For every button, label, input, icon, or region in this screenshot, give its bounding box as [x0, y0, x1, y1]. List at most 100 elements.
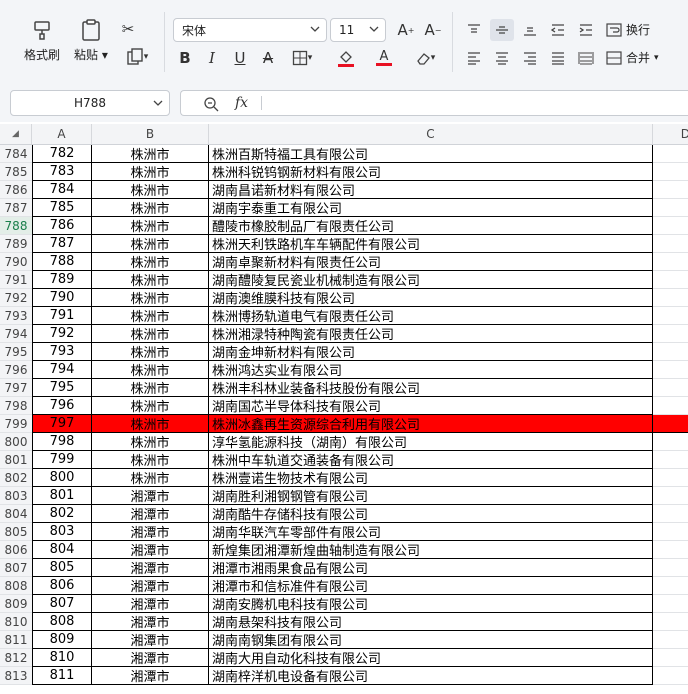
cell-city[interactable]: 株洲市	[92, 433, 209, 451]
column-header-d[interactable]: D	[653, 124, 688, 144]
cell-seq-number[interactable]: 797	[32, 415, 92, 433]
cell-seq-number[interactable]: 783	[32, 163, 92, 181]
cell-empty[interactable]	[653, 613, 688, 631]
row-number[interactable]: 799	[0, 415, 32, 433]
cell-city[interactable]: 株洲市	[92, 469, 209, 487]
align-middle-icon[interactable]	[490, 19, 514, 41]
fx-icon[interactable]: fx	[235, 95, 248, 111]
distributed-icon[interactable]	[574, 47, 598, 69]
cell-seq-number[interactable]: 787	[32, 235, 92, 253]
cell-company-name[interactable]: 株洲中车轨道交通装备有限公司	[209, 451, 653, 469]
cell-empty[interactable]	[653, 523, 688, 541]
row-number[interactable]: 800	[0, 433, 32, 451]
cell-company-name[interactable]: 湖南悬架科技有限公司	[209, 613, 653, 631]
cell-empty[interactable]	[653, 487, 688, 505]
cell-city[interactable]: 株洲市	[92, 217, 209, 235]
strikethrough-icon[interactable]: A	[256, 47, 280, 69]
cell-empty[interactable]	[653, 631, 688, 649]
cell-seq-number[interactable]: 810	[32, 649, 92, 667]
italic-icon[interactable]: I	[200, 47, 224, 69]
row-number[interactable]: 790	[0, 253, 32, 271]
cell-empty[interactable]	[653, 397, 688, 415]
cell-seq-number[interactable]: 790	[32, 289, 92, 307]
cell-empty[interactable]	[653, 253, 688, 271]
cell-city[interactable]: 株洲市	[92, 163, 209, 181]
cell-company-name[interactable]: 湖南醴陵复民瓷业机械制造有限公司	[209, 271, 653, 289]
cell-company-name[interactable]: 湖南昌诺新材料有限公司	[209, 181, 653, 199]
font-size-select[interactable]: 11	[330, 18, 386, 42]
cell-company-name[interactable]: 醴陵市橡胶制品厂有限责任公司	[209, 217, 653, 235]
cell-empty[interactable]	[653, 541, 688, 559]
border-icon[interactable]: ▾	[286, 47, 318, 69]
format-painter-button[interactable]: 格式刷	[24, 18, 60, 63]
cell-city[interactable]: 湘潭市	[92, 505, 209, 523]
font-name-select[interactable]: 宋体	[173, 18, 327, 42]
cell-seq-number[interactable]: 791	[32, 307, 92, 325]
cell-seq-number[interactable]: 807	[32, 595, 92, 613]
cell-empty[interactable]	[653, 433, 688, 451]
align-top-icon[interactable]	[462, 19, 486, 41]
align-left-icon[interactable]	[462, 47, 486, 69]
cell-seq-number[interactable]: 800	[32, 469, 92, 487]
cell-empty[interactable]	[653, 145, 688, 163]
cell-city[interactable]: 湘潭市	[92, 577, 209, 595]
row-number[interactable]: 788	[0, 217, 32, 235]
align-center-icon[interactable]	[490, 47, 514, 69]
cell-seq-number[interactable]: 789	[32, 271, 92, 289]
cell-empty[interactable]	[653, 343, 688, 361]
cell-company-name[interactable]: 新煌集团湘潭新煌曲轴制造有限公司	[209, 541, 653, 559]
align-bottom-icon[interactable]	[518, 19, 542, 41]
cell-company-name[interactable]: 株洲科锐钨钢新材料有限公司	[209, 163, 653, 181]
cell-seq-number[interactable]: 786	[32, 217, 92, 235]
font-color-icon[interactable]: A	[368, 47, 400, 69]
cell-city[interactable]: 湘潭市	[92, 559, 209, 577]
cell-city[interactable]: 湘潭市	[92, 667, 209, 685]
cell-seq-number[interactable]: 802	[32, 505, 92, 523]
cell-company-name[interactable]: 湘潭市湘雨果食品有限公司	[209, 559, 653, 577]
cell-seq-number[interactable]: 806	[32, 577, 92, 595]
cell-company-name[interactable]: 湖南国芯半导体科技有限公司	[209, 397, 653, 415]
cell-company-name[interactable]: 湖南胜利湘钢钢管有限公司	[209, 487, 653, 505]
cell-city[interactable]: 株洲市	[92, 199, 209, 217]
row-number[interactable]: 802	[0, 469, 32, 487]
cell-seq-number[interactable]: 809	[32, 631, 92, 649]
cell-city[interactable]: 湘潭市	[92, 631, 209, 649]
cell-seq-number[interactable]: 796	[32, 397, 92, 415]
row-number[interactable]: 794	[0, 325, 32, 343]
cell-seq-number[interactable]: 804	[32, 541, 92, 559]
bold-icon[interactable]: B	[173, 47, 197, 69]
cell-empty[interactable]	[653, 325, 688, 343]
cell-company-name[interactable]: 湖南澳维膜科技有限公司	[209, 289, 653, 307]
cell-company-name[interactable]: 湖南南钢集团有限公司	[209, 631, 653, 649]
cell-empty[interactable]	[653, 379, 688, 397]
row-number[interactable]: 795	[0, 343, 32, 361]
select-all-corner[interactable]: ◢	[0, 124, 32, 144]
cell-company-name[interactable]: 株洲丰科林业装备科技股份有限公司	[209, 379, 653, 397]
row-number[interactable]: 813	[0, 667, 32, 685]
cell-company-name[interactable]: 株洲鸿达实业有限公司	[209, 361, 653, 379]
cell-seq-number[interactable]: 792	[32, 325, 92, 343]
row-number[interactable]: 805	[0, 523, 32, 541]
cell-company-name[interactable]: 株洲博扬轨道电气有限责任公司	[209, 307, 653, 325]
row-number[interactable]: 789	[0, 235, 32, 253]
zoom-search-icon[interactable]	[203, 96, 219, 112]
decrease-indent-icon[interactable]	[546, 19, 570, 41]
cell-company-name[interactable]: 株洲冰鑫再生资源综合利用有限公司	[209, 415, 653, 433]
cell-city[interactable]: 株洲市	[92, 451, 209, 469]
cell-empty[interactable]	[653, 559, 688, 577]
row-number[interactable]: 784	[0, 145, 32, 163]
align-right-icon[interactable]	[518, 47, 542, 69]
cell-empty[interactable]	[653, 217, 688, 235]
row-number[interactable]: 810	[0, 613, 32, 631]
cell-empty[interactable]	[653, 649, 688, 667]
cell-company-name[interactable]: 湖南酷牛存储科技有限公司	[209, 505, 653, 523]
cell-city[interactable]: 湘潭市	[92, 649, 209, 667]
wrap-text-button[interactable]: 换行	[606, 21, 650, 38]
cell-city[interactable]: 湘潭市	[92, 487, 209, 505]
cell-city[interactable]: 株洲市	[92, 343, 209, 361]
row-number[interactable]: 806	[0, 541, 32, 559]
row-number[interactable]: 801	[0, 451, 32, 469]
cell-empty[interactable]	[653, 469, 688, 487]
copy-icon[interactable]: ▾	[120, 46, 154, 68]
cell-city[interactable]: 株洲市	[92, 397, 209, 415]
